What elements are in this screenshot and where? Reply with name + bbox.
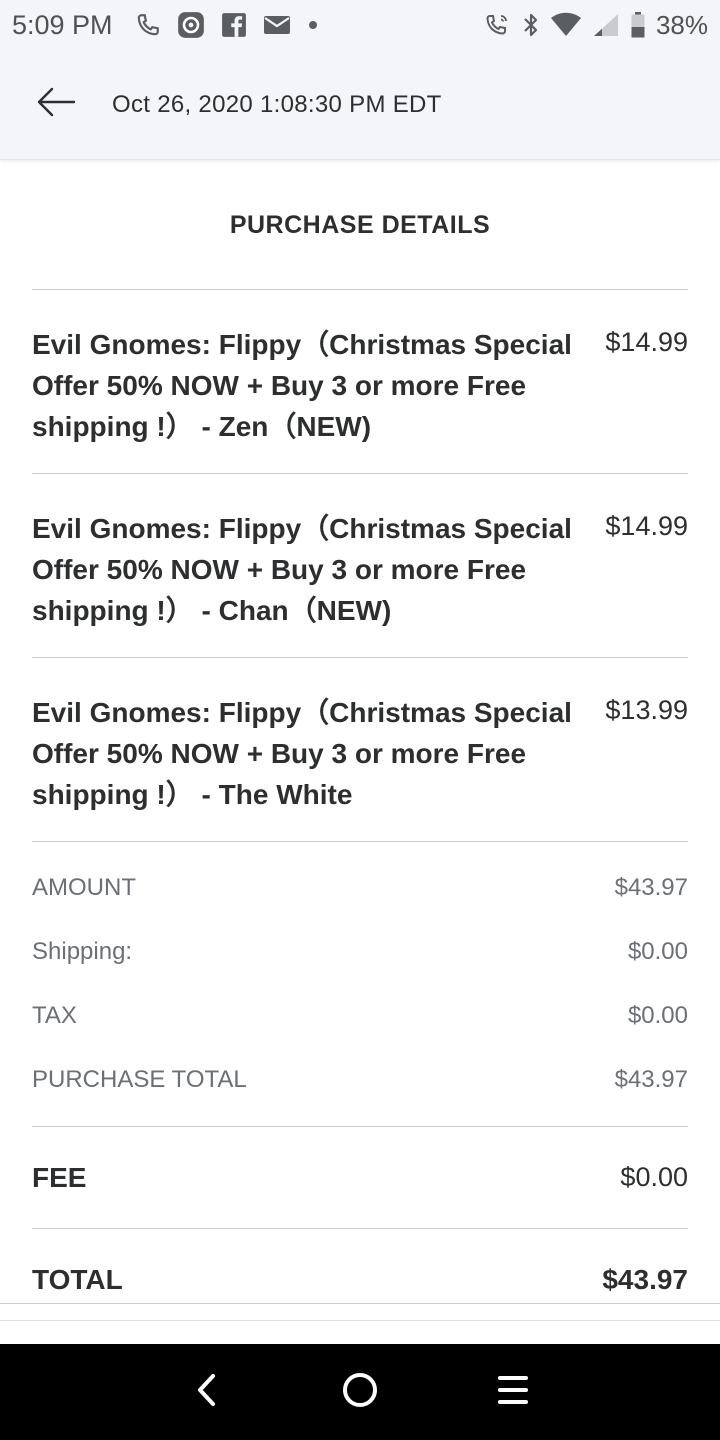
nav-home-icon (341, 1371, 379, 1414)
status-bar: 5:09 PM 38% (0, 0, 720, 50)
phone-icon (135, 12, 161, 38)
divider (0, 1320, 720, 1321)
purchase-total-value: $43.97 (614, 1066, 688, 1093)
status-icons-right: 38% (484, 10, 708, 41)
item-price: $13.99 (605, 695, 688, 725)
app-header: Oct 26, 2020 1:08:30 PM EDT (0, 50, 720, 160)
status-icons-left (135, 11, 319, 39)
bluetooth-icon (522, 11, 540, 39)
fee-value: $0.00 (620, 1162, 688, 1192)
shipping-row: Shipping: $0.00 (32, 920, 688, 984)
purchase-details-panel: PURCHASE DETAILS Evil Gnomes: Flippy（Chr… (32, 162, 688, 1331)
back-arrow-icon (36, 87, 76, 122)
mail-icon (263, 14, 291, 36)
signal-icon (592, 12, 620, 38)
status-time: 5:09 PM (12, 9, 113, 40)
item-price: $14.99 (605, 327, 688, 357)
nav-back-icon (195, 1372, 219, 1413)
purchase-total-label: PURCHASE TOTAL (32, 1066, 247, 1093)
purchase-item: Evil Gnomes: Flippy（Christmas Special Of… (32, 474, 688, 658)
call-icon (484, 12, 512, 38)
divider (0, 1303, 720, 1304)
nav-menu-icon (496, 1373, 530, 1412)
battery-percent: 38% (655, 9, 708, 40)
tax-row: TAX $0.00 (32, 984, 688, 1048)
tax-value: $0.00 (627, 1002, 688, 1029)
shipping-value: $0.00 (627, 938, 688, 965)
item-name: Evil Gnomes: Flippy（Christmas Special Of… (32, 329, 572, 442)
media-icon (177, 11, 205, 39)
total-value: $43.97 (602, 1264, 688, 1295)
summary-section: AMOUNT $43.97 Shipping: $0.00 TAX $0.00 … (32, 842, 688, 1127)
nav-menu-button[interactable] (473, 1352, 553, 1432)
navigation-bar (0, 1344, 720, 1440)
item-price: $14.99 (605, 511, 688, 541)
total-row: TOTAL $43.97 (32, 1229, 688, 1331)
total-label: TOTAL (32, 1264, 123, 1295)
battery-icon (630, 11, 646, 39)
purchase-total-row: PURCHASE TOTAL $43.97 (32, 1048, 688, 1112)
header-title: Oct 26, 2020 1:08:30 PM EDT (112, 90, 442, 118)
purchase-item: Evil Gnomes: Flippy（Christmas Special Of… (32, 658, 688, 842)
nav-home-button[interactable] (320, 1352, 400, 1432)
tax-label: TAX (32, 1002, 77, 1029)
fee-label: FEE (32, 1161, 87, 1193)
amount-value: $43.97 (614, 874, 688, 901)
amount-row: AMOUNT $43.97 (32, 856, 688, 920)
item-name: Evil Gnomes: Flippy（Christmas Special Of… (32, 697, 572, 810)
dot-icon (307, 19, 319, 31)
fee-row: FEE $0.00 (32, 1127, 688, 1229)
amount-label: AMOUNT (32, 874, 136, 901)
item-name: Evil Gnomes: Flippy（Christmas Special Of… (32, 513, 572, 626)
nav-back-button[interactable] (167, 1352, 247, 1432)
shipping-label: Shipping: (32, 938, 133, 965)
facebook-icon (221, 12, 247, 38)
purchase-item: Evil Gnomes: Flippy（Christmas Special Of… (32, 290, 688, 474)
section-title: PURCHASE DETAILS (32, 162, 688, 290)
back-button[interactable] (16, 65, 96, 145)
wifi-icon (550, 12, 582, 38)
